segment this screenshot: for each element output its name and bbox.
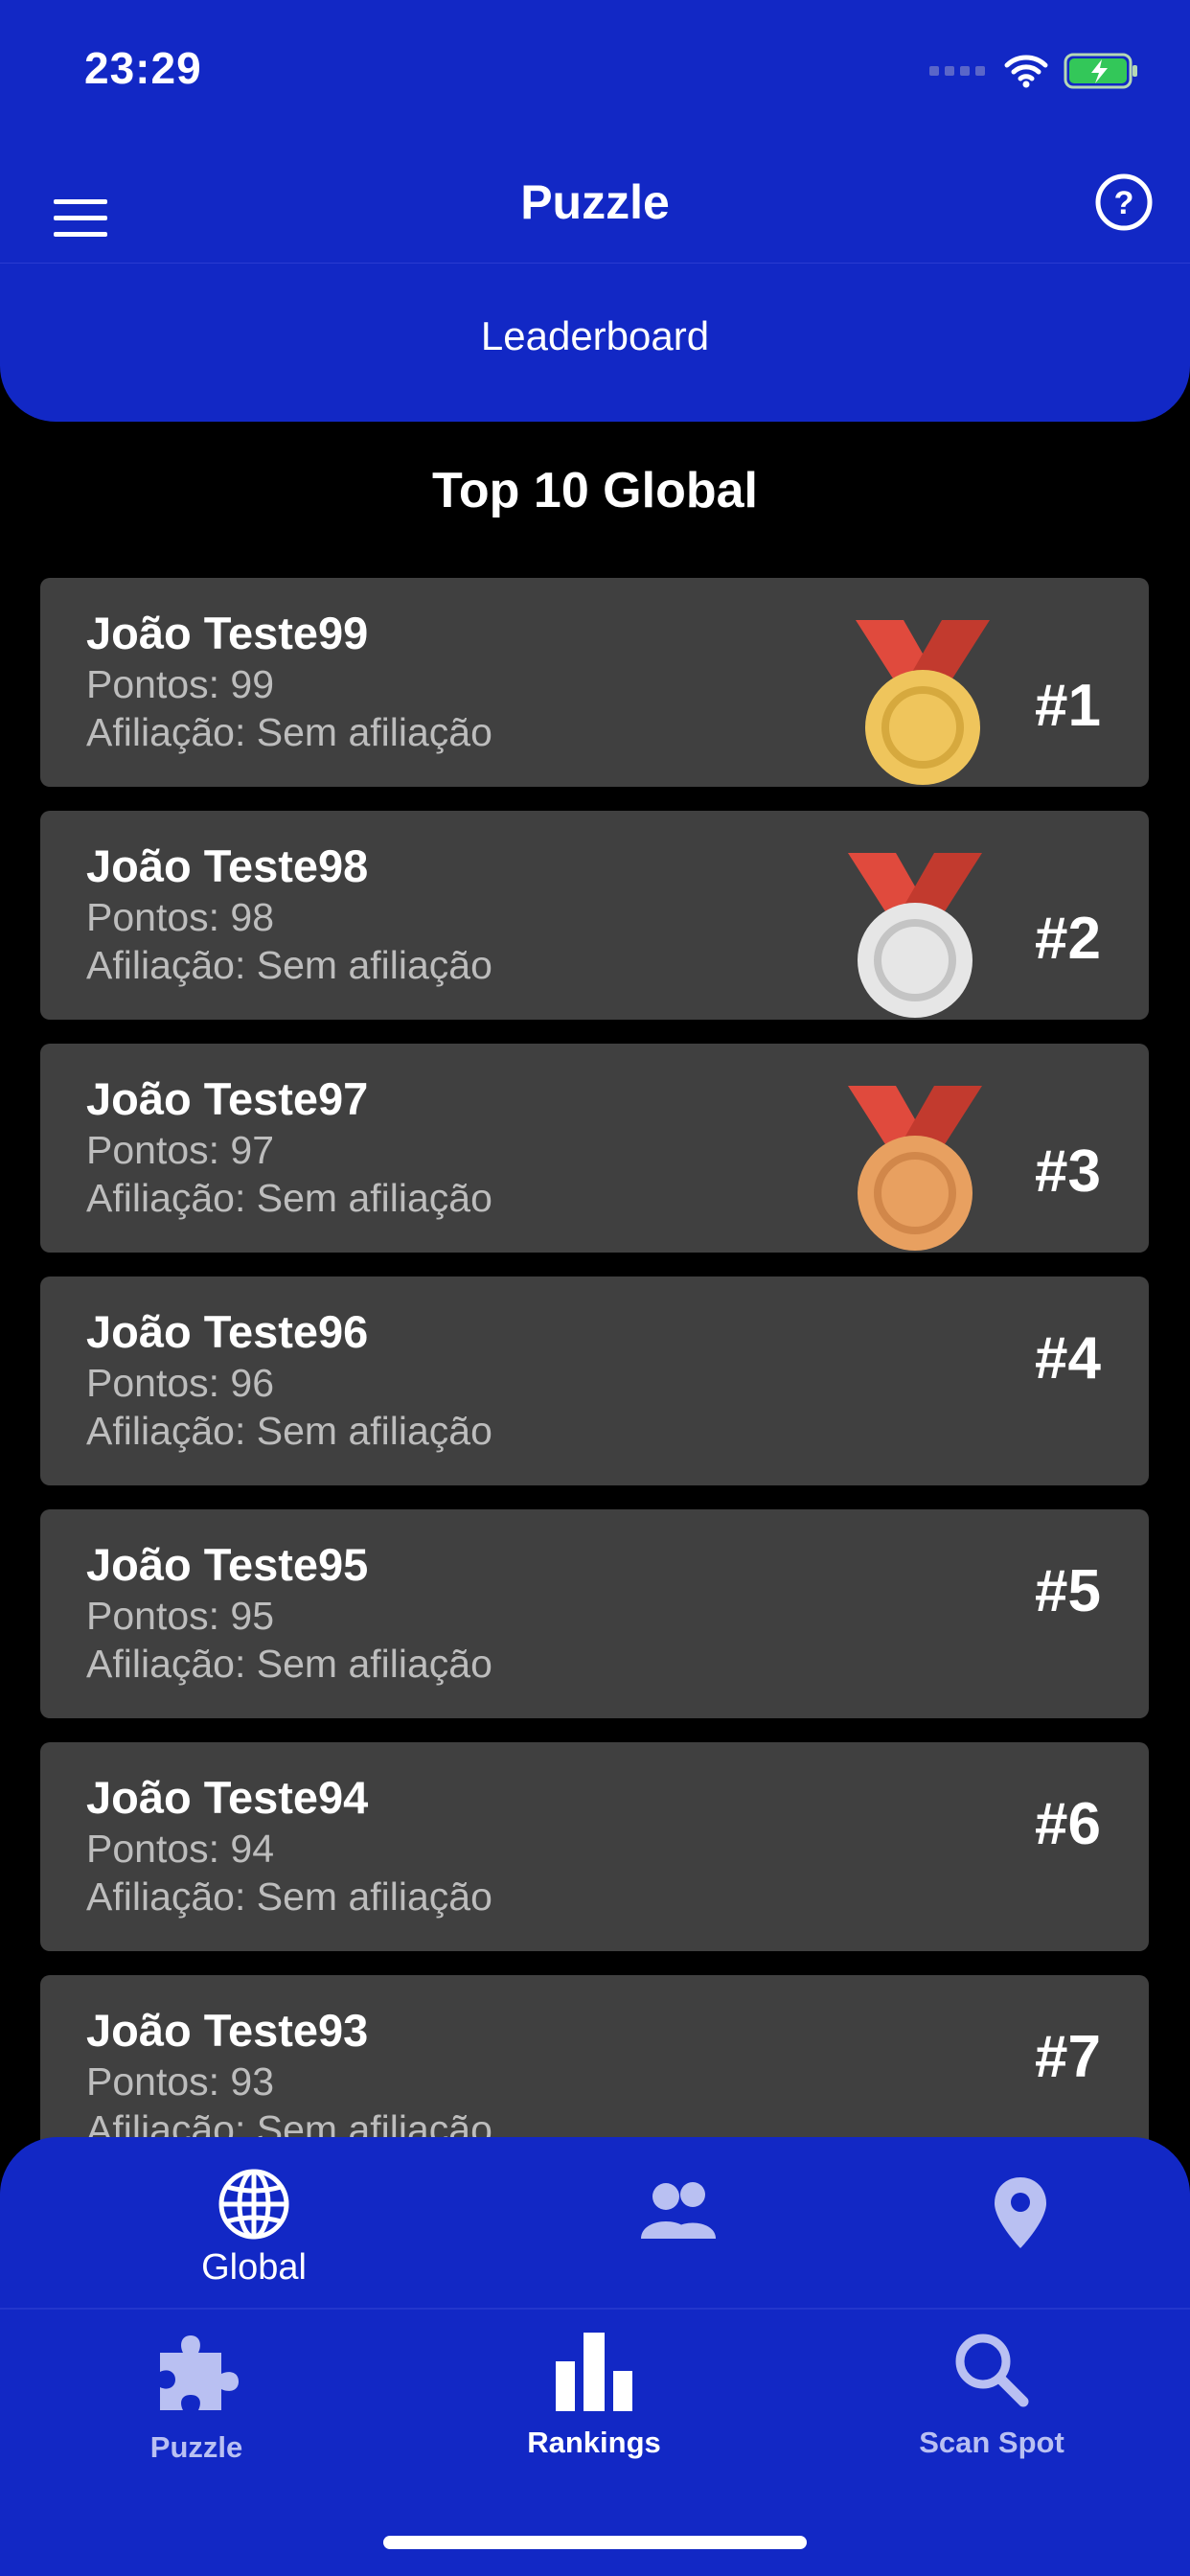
- player-rank: #1: [1035, 673, 1101, 739]
- player-name: João Teste98: [86, 840, 369, 891]
- player-affiliation: Afiliação: Sem afiliação: [86, 1874, 492, 1919]
- tab-global-label: Global: [201, 2247, 307, 2288]
- status-bar: 23:29: [0, 0, 1190, 144]
- search-icon: [955, 2334, 1029, 2407]
- player-name: João Teste96: [86, 1306, 369, 1357]
- player-points: Pontos: 95: [86, 1594, 275, 1638]
- player-name: João Teste93: [86, 2005, 369, 2056]
- status-icons: [929, 50, 1140, 92]
- page-title: Puzzle: [520, 175, 670, 229]
- player-affiliation: Afiliação: Sem afiliação: [86, 1642, 492, 1686]
- wifi-icon: [1004, 55, 1048, 88]
- player-rank: #6: [1035, 1791, 1101, 1857]
- player-affiliation: Afiliação: Sem afiliação: [86, 1176, 492, 1220]
- player-affiliation: Afiliação: Sem afiliação: [86, 2107, 492, 2140]
- player-points: Pontos: 99: [86, 662, 275, 706]
- player-rank: #3: [1035, 1138, 1101, 1205]
- player-rank: #2: [1035, 906, 1101, 972]
- leaderboard-card: João Teste93 Pontos: 93 Afiliação: Sem a…: [40, 1975, 1149, 2140]
- ranking-tabs: Global: [0, 2137, 1190, 2308]
- player-rank: #5: [1035, 1558, 1101, 1624]
- player-name: João Teste94: [86, 1772, 369, 1823]
- player-points: Pontos: 96: [86, 1361, 275, 1405]
- leaderboard-card: João Teste98 Pontos: 98 Afiliação: Sem a…: [40, 811, 1149, 1020]
- player-affiliation: Afiliação: Sem afiliação: [86, 1409, 492, 1453]
- gold-medal-icon: [856, 620, 990, 785]
- signal-icon: [929, 66, 985, 76]
- leaderboard-card: João Teste94 Pontos: 94 Afiliação: Sem a…: [40, 1742, 1149, 1951]
- svg-text:?: ?: [1114, 185, 1134, 221]
- battery-charging-icon: [1064, 53, 1137, 89]
- section-title: Top 10 Global: [432, 463, 758, 518]
- bar-chart-icon: [556, 2333, 632, 2411]
- leaderboard-label: Leaderboard: [480, 313, 710, 358]
- player-name: João Teste99: [86, 608, 369, 658]
- people-icon: [641, 2182, 716, 2239]
- player-name: João Teste97: [86, 1073, 369, 1124]
- status-time: 23:29: [84, 43, 202, 93]
- help-circle-icon[interactable]: ?: [1094, 172, 1154, 232]
- bottom-panel: Global Puzzle Rankings Scan Spot: [0, 2137, 1190, 2576]
- nav-scan-spot[interactable]: Scan Spot: [848, 2329, 1135, 2460]
- player-affiliation: Afiliação: Sem afiliação: [86, 943, 492, 987]
- leaderboard-card: João Teste96 Pontos: 96 Afiliação: Sem a…: [40, 1276, 1149, 1485]
- player-rank: #7: [1035, 2024, 1101, 2090]
- tab-groups[interactable]: [634, 2179, 726, 2247]
- location-pin-icon: [995, 2177, 1046, 2248]
- nav-puzzle-label: Puzzle: [149, 2430, 243, 2464]
- leaderboard-card: João Teste97 Pontos: 97 Afiliação: Sem a…: [40, 1044, 1149, 1253]
- divider: [0, 2308, 1190, 2310]
- leaderboard-card: João Teste95 Pontos: 95 Afiliação: Sem a…: [40, 1509, 1149, 1718]
- player-affiliation: Afiliação: Sem afiliação: [86, 710, 492, 754]
- leaderboard-list[interactable]: João Teste99 Pontos: 99 Afiliação: Sem a…: [40, 578, 1149, 2140]
- nav-rankings[interactable]: Rankings: [450, 2329, 738, 2460]
- app-header: Puzzle ?: [0, 144, 1190, 264]
- leaderboard-card: João Teste99 Pontos: 99 Afiliação: Sem a…: [40, 578, 1149, 787]
- home-indicator[interactable]: [383, 2536, 807, 2549]
- player-points: Pontos: 94: [86, 1827, 275, 1871]
- leaderboard-banner: Leaderboard: [0, 264, 1190, 422]
- nav-rankings-label: Rankings: [527, 2426, 661, 2459]
- nav-scan-spot-label: Scan Spot: [919, 2426, 1064, 2459]
- player-name: João Teste95: [86, 1539, 369, 1590]
- tab-global[interactable]: Global: [172, 2166, 335, 2288]
- player-points: Pontos: 93: [86, 2059, 275, 2104]
- nav-puzzle[interactable]: Puzzle: [53, 2324, 340, 2465]
- globe-icon: [218, 2169, 289, 2240]
- player-rank: #4: [1035, 1325, 1101, 1392]
- tab-location[interactable]: [987, 2175, 1054, 2255]
- silver-medal-icon: [848, 853, 982, 1018]
- bronze-medal-icon: [848, 1086, 982, 1251]
- player-points: Pontos: 98: [86, 895, 275, 939]
- puzzle-icon: [160, 2335, 239, 2410]
- player-points: Pontos: 97: [86, 1128, 275, 1172]
